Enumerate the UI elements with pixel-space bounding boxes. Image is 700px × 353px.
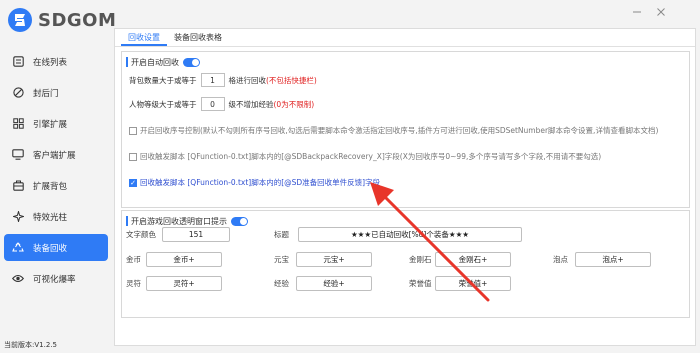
app-logo: SDGOM — [6, 6, 116, 34]
player-level-input[interactable]: 0 — [200, 97, 225, 111]
auto-recycle-header: 开启自动回收 — [126, 56, 200, 68]
talisman-field: 灵符 灵符+ — [126, 276, 222, 291]
list-icon — [12, 56, 24, 68]
bag-count-prefix: 背包数量大于或等于 — [129, 75, 197, 85]
trigger-single-feedback-checkbox[interactable]: ✓ — [129, 178, 137, 187]
sidebar-item-visual-drop-rate[interactable]: 可视化爆率 — [4, 265, 108, 292]
logo-mark-icon — [8, 8, 32, 32]
sidebar-item-label: 引擎扩展 — [33, 119, 68, 130]
app-name: SDGOM — [38, 9, 117, 31]
yuanbao-field: 元宝 元宝+ — [274, 252, 372, 267]
sidebar-item-client-extension[interactable]: 客户端扩展 — [4, 141, 108, 168]
sidebar-item-label: 在线列表 — [33, 57, 68, 68]
popup-tip-toggle[interactable] — [231, 216, 248, 226]
trigger-backpack-recovery-text: 回收触发脚本 [QFunction-0.txt]脚本内的[@SDBackpack… — [140, 152, 602, 161]
sidebar-item-label: 扩展背包 — [33, 181, 68, 192]
diamond-field: 金刚石 金刚石+ — [409, 252, 511, 267]
sidebar-item-engine-extension[interactable]: 引擎扩展 — [4, 110, 108, 137]
option-serial-control[interactable]: 开启回收序号控制(默认不勾则所有序号回收,勾选后需要脚本命令激活指定回收序号,插… — [129, 125, 658, 136]
diamond-label: 金刚石 — [409, 255, 432, 264]
exp-label: 经验 — [274, 279, 289, 288]
sidebar-item-extend-bag[interactable]: 扩展背包 — [4, 172, 108, 199]
player-level-row: 人物等级大于或等于 0 级不增加经验 (0为不限制) — [129, 97, 314, 111]
sidebar-item-label: 特效光柱 — [33, 212, 68, 223]
minimize-icon[interactable] — [630, 6, 644, 18]
eye-icon — [12, 273, 24, 285]
exp-field: 经验 经验+ — [274, 276, 372, 291]
gold-label: 金币 — [126, 255, 141, 264]
bag-count-row: 背包数量大于或等于 1 格进行回收 (不包括快捷栏) — [129, 73, 317, 87]
trigger-single-feedback-text: 回收触发脚本 [QFunction-0.txt]脚本内的[@SD准备回收单件反馈… — [140, 178, 381, 187]
player-level-suffix: 级不增加经验 — [228, 99, 274, 109]
tab-recycle-settings[interactable]: 回收设置 — [121, 31, 167, 46]
section-marker — [126, 216, 128, 226]
popup-tip-title: 开启游戏回收透明窗口提示 — [131, 216, 227, 226]
sidebar: SDGOM 在线列表 封后门 引擎扩展 客户端扩展 扩展背包 特效光柱 装备回收… — [0, 0, 116, 353]
recycle-icon — [12, 242, 24, 254]
headline-field: 标题 ★★★已自动回收[%d]个装备★★★ — [274, 227, 522, 242]
option-trigger-single-feedback[interactable]: ✓ 回收触发脚本 [QFunction-0.txt]脚本内的[@SD准备回收单件… — [129, 177, 380, 188]
serial-control-text: 开启回收序号控制(默认不勾则所有序号回收,勾选后需要脚本命令激活指定回收序号,插… — [140, 126, 659, 135]
auto-recycle-toggle[interactable] — [183, 57, 200, 67]
popup-tip-panel: 开启游戏回收透明窗口提示 文字颜色 151 标题 ★★★已自动回收[%d]个装备… — [121, 210, 690, 318]
monitor-icon — [12, 149, 24, 161]
bag-count-suffix: 格进行回收 — [228, 75, 267, 85]
diamond-input[interactable]: 金刚石+ — [435, 252, 511, 267]
section-marker — [126, 57, 128, 67]
sidebar-item-block-backdoor[interactable]: 封后门 — [4, 79, 108, 106]
grid-icon — [12, 118, 24, 130]
version-label: 当前版本:V1.2.5 — [4, 341, 57, 349]
sidebar-item-label: 客户端扩展 — [33, 150, 76, 161]
tab-divider — [115, 46, 695, 47]
honor-label: 荣誉值 — [409, 279, 432, 288]
yuanbao-label: 元宝 — [274, 255, 289, 264]
block-icon — [12, 87, 24, 99]
text-color-label: 文字颜色 — [126, 230, 156, 239]
bag-icon — [12, 180, 24, 192]
sparkle-icon — [12, 211, 24, 223]
sidebar-item-label: 装备回收 — [33, 243, 68, 254]
headline-label: 标题 — [274, 230, 289, 239]
sidebar-item-label: 封后门 — [33, 88, 59, 99]
trigger-backpack-recovery-checkbox[interactable] — [129, 152, 137, 161]
yuanbao-input[interactable]: 元宝+ — [296, 252, 372, 267]
bag-count-note: (不包括快捷栏) — [266, 75, 317, 85]
main-panel: 回收设置 装备回收表格 开启自动回收 背包数量大于或等于 1 格进行回收 (不包… — [114, 28, 696, 346]
player-level-note: (0为不限制) — [273, 99, 315, 109]
bag-count-input[interactable]: 1 — [200, 73, 225, 87]
sidebar-item-online-list[interactable]: 在线列表 — [4, 48, 108, 75]
headline-input[interactable]: ★★★已自动回收[%d]个装备★★★ — [298, 227, 522, 242]
text-color-field: 文字颜色 151 — [126, 227, 230, 242]
popup-tip-header: 开启游戏回收透明窗口提示 — [126, 215, 248, 227]
tab-bar: 回收设置 装备回收表格 — [121, 31, 229, 46]
auto-recycle-panel: 开启自动回收 背包数量大于或等于 1 格进行回收 (不包括快捷栏) 人物等级大于… — [121, 51, 690, 208]
talisman-input[interactable]: 灵符+ — [146, 276, 222, 291]
gold-input[interactable]: 金币+ — [146, 252, 222, 267]
close-icon[interactable] — [654, 6, 668, 18]
option-trigger-backpack-recovery[interactable]: 回收触发脚本 [QFunction-0.txt]脚本内的[@SDBackpack… — [129, 151, 601, 162]
window-controls — [630, 6, 668, 18]
sidebar-item-equipment-recycle[interactable]: 装备回收 — [4, 234, 108, 261]
exp-input[interactable]: 经验+ — [296, 276, 372, 291]
player-level-prefix: 人物等级大于或等于 — [129, 99, 197, 109]
sidebar-nav: 在线列表 封后门 引擎扩展 客户端扩展 扩展背包 特效光柱 装备回收 可视化爆率 — [0, 44, 112, 296]
honor-field: 荣誉值 荣誉值+ — [409, 276, 511, 291]
auto-recycle-title: 开启自动回收 — [131, 57, 179, 67]
serial-control-checkbox[interactable] — [129, 126, 137, 135]
bubble-input[interactable]: 泡点+ — [575, 252, 651, 267]
sidebar-item-label: 可视化爆率 — [33, 274, 76, 285]
tab-equipment-recycle-table[interactable]: 装备回收表格 — [167, 31, 229, 46]
gold-field: 金币 金币+ — [126, 252, 222, 267]
sidebar-item-effect-beam[interactable]: 特效光柱 — [4, 203, 108, 230]
text-color-input[interactable]: 151 — [162, 227, 230, 242]
talisman-label: 灵符 — [126, 279, 141, 288]
bubble-field: 泡点 泡点+ — [553, 252, 651, 267]
honor-input[interactable]: 荣誉值+ — [435, 276, 511, 291]
bubble-label: 泡点 — [553, 255, 568, 264]
